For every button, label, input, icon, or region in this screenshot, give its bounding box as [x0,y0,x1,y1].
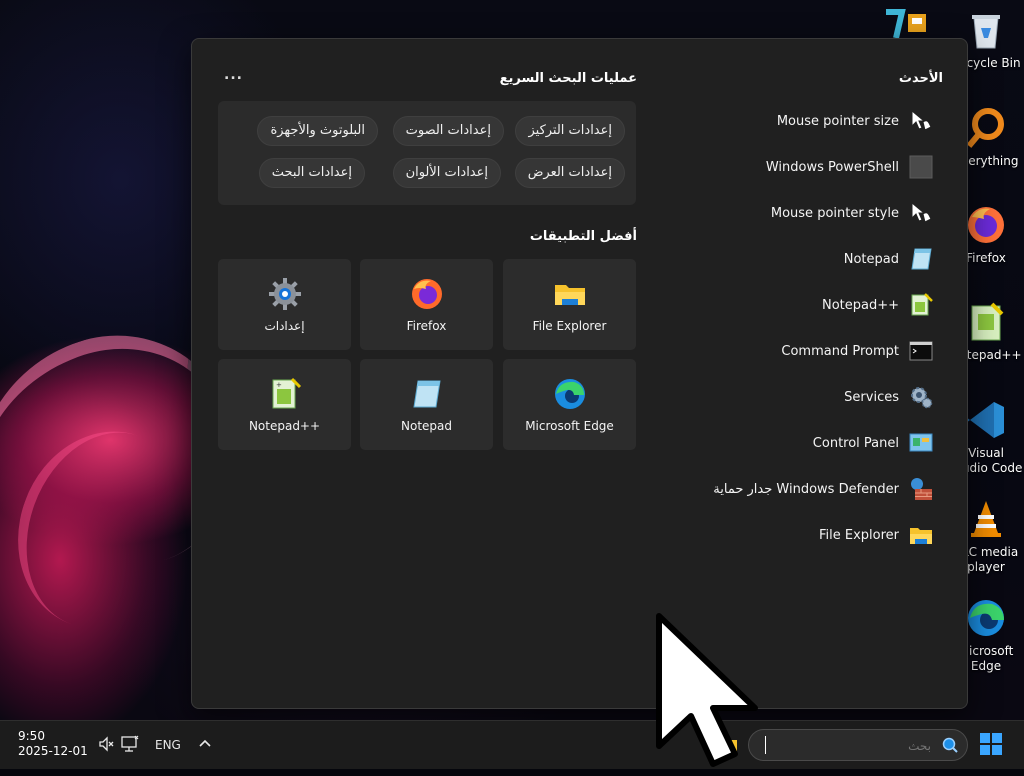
edge-icon [553,377,587,411]
recycle-bin-icon [964,8,1008,52]
recent-item-label: Windows PowerShell [765,159,899,175]
top-app-tile-notepadplusplus[interactable]: + Notepad++ [218,359,351,450]
partial-app-icon [884,6,932,42]
tile-label: إعدادات [264,319,305,333]
chevron-up-icon[interactable] [198,733,212,757]
windows-logo-icon [980,733,1002,755]
tile-label: File Explorer [532,319,607,333]
recent-item-control-panel[interactable]: Control Panel [813,429,933,457]
recent-item-label: Notepad++ [821,297,899,313]
top-apps-title: أفضل التطبيقات [529,229,637,244]
recent-item-label: Notepad [843,251,899,267]
edge-icon [964,596,1008,640]
top-app-tile-file-explorer[interactable]: File Explorer [503,259,636,350]
firefox-icon [410,277,444,311]
search-panel: الأحدث ... عمليات البحث السريع إعدادات ا… [191,38,968,709]
recent-item-services[interactable]: Services [844,383,933,411]
mouse-cursor [655,612,765,772]
quick-search-chip[interactable]: إعدادات الصوت [392,116,504,146]
clock[interactable]: 9:50 2025-12-01 [18,729,88,759]
services-gear-icon [909,385,933,409]
text-caret [765,736,766,754]
quick-search-chip[interactable]: إعدادات العرض [514,158,625,188]
volume-muted-icon[interactable] [98,735,116,757]
mouse-pointer-icon [909,201,933,225]
svg-text:+: + [276,381,282,389]
tile-label: Firefox [406,319,447,333]
more-options-button[interactable]: ... [224,67,243,83]
firewall-icon [909,477,933,501]
recent-item-file-explorer[interactable]: File Explorer [819,521,933,549]
powershell-icon [909,155,933,179]
desktop-icon-label: Firefox [966,251,1006,265]
taskbar-search-box[interactable] [748,729,968,761]
quick-searches-box: إعدادات التركيز إعدادات الصوت البلوتوث و… [218,101,636,205]
recent-item-powershell[interactable]: Windows PowerShell [766,153,933,181]
recent-item-notepad[interactable]: Notepad [844,245,933,273]
recent-item-label: Mouse pointer style [770,205,899,221]
language-indicator[interactable]: ENG [155,738,181,752]
recent-item-label: Control Panel [812,435,899,451]
quick-search-chip[interactable]: إعدادات التركيز [515,116,625,146]
folder-icon [553,277,587,311]
search-input[interactable] [763,735,933,757]
top-app-tile-settings[interactable]: إعدادات [218,259,351,350]
recent-item-firewall[interactable]: جدار حماية Windows Defender [713,475,933,503]
tile-label: Microsoft Edge [525,419,614,433]
recent-item-mouse-pointer-style[interactable]: Mouse pointer style [771,199,933,227]
command-prompt-icon [909,339,933,363]
search-icon [941,736,959,758]
vscode-icon [964,398,1008,442]
recent-item-mouse-pointer-size[interactable]: Mouse pointer size [777,107,933,135]
quick-search-chip[interactable]: إعدادات البحث [258,158,365,188]
taskbar: 9:50 2025-12-01 ENG [0,720,1024,769]
firefox-icon [964,203,1008,247]
everything-search-icon [964,106,1008,150]
recent-section-title: الأحدث [898,71,943,86]
notepadplusplus-icon [909,293,933,317]
clock-time: 9:50 [18,729,45,743]
recent-item-label: جدار حماية Windows Defender [713,481,899,497]
quick-searches-title: عمليات البحث السريع [499,71,637,86]
top-app-tile-edge[interactable]: Microsoft Edge [503,359,636,450]
control-panel-icon [909,431,933,455]
network-icon[interactable] [120,734,140,758]
notepadplusplus-icon: + [268,377,302,411]
recent-item-label: Mouse pointer size [776,113,899,129]
clock-date: 2025-12-01 [18,744,88,758]
quick-search-chip[interactable]: البلوتوث والأجهزة [257,116,378,146]
recent-item-label: File Explorer [818,527,899,543]
recent-item-notepadplusplus[interactable]: Notepad++ [822,291,933,319]
vlc-icon [964,497,1008,541]
notepad-icon [909,247,933,271]
recent-item-label: Command Prompt [781,343,899,359]
notepad-icon [410,377,444,411]
settings-gear-icon [268,277,302,311]
folder-icon [909,523,933,547]
recent-item-command-prompt[interactable]: Command Prompt [781,337,933,365]
quick-search-chip[interactable]: إعدادات الألوان [392,158,501,188]
recent-item-label: Services [844,389,899,405]
top-app-tile-notepad[interactable]: Notepad [360,359,493,450]
top-app-tile-firefox[interactable]: Firefox [360,259,493,350]
tile-label: Notepad [401,419,452,433]
start-button[interactable] [980,733,1002,755]
tile-label: Notepad++ [248,419,321,433]
notepadplusplus-icon [964,300,1008,344]
mouse-pointer-icon [909,109,933,133]
